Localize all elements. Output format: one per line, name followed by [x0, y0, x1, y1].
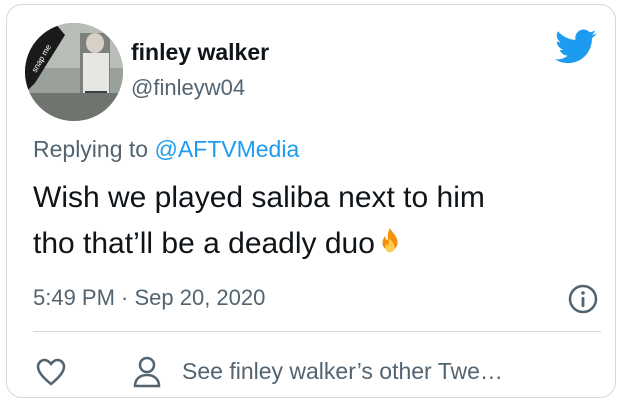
user-handle[interactable]: @finleyw04 — [131, 75, 245, 101]
display-name[interactable]: finley walker — [131, 39, 269, 66]
avatar[interactable]: snap me — [25, 23, 123, 121]
tweet-text: Wish we played saliba next to him tho th… — [33, 175, 603, 267]
person-icon — [133, 356, 161, 388]
replying-to: Replying to @AFTVMedia — [33, 136, 299, 163]
tweet-timestamp[interactable]: 5:49 PM · Sep 20, 2020 — [33, 285, 265, 311]
tweet-line-2-text: tho that’ll be a deadly duo — [33, 227, 375, 260]
see-other-tweets-link[interactable]: See finley walker’s other Twe… — [182, 358, 503, 385]
divider — [33, 331, 601, 332]
reply-mention-link[interactable]: @AFTVMedia — [154, 136, 299, 162]
fire-icon — [382, 227, 398, 253]
tweet-card: snap me finley walker @finleyw04 Replyin… — [6, 4, 616, 398]
replying-prefix: Replying to — [33, 136, 155, 162]
tweet-line-2: tho that’ll be a deadly duo — [33, 221, 603, 267]
tweet-line-1: Wish we played saliba next to him — [33, 181, 485, 214]
avatar-photo: snap me — [25, 23, 123, 121]
like-heart-icon[interactable] — [35, 357, 67, 387]
twitter-bird-icon[interactable] — [555, 29, 597, 65]
info-icon[interactable] — [567, 283, 599, 315]
